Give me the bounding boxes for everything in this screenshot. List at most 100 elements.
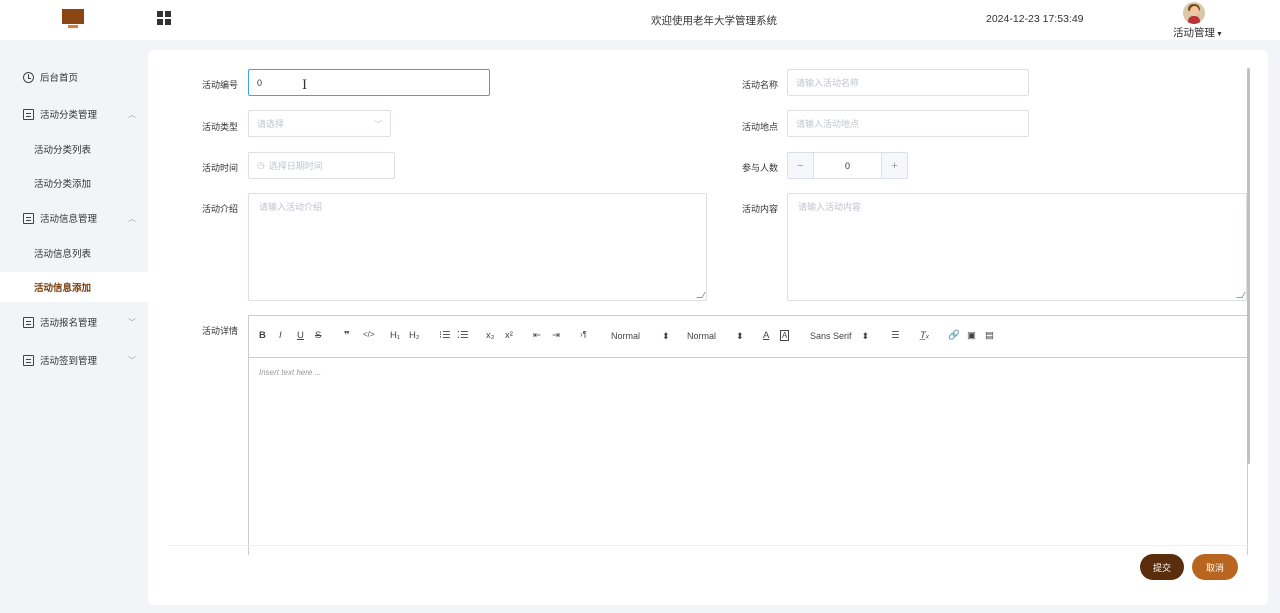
strike-icon[interactable]: S (315, 330, 321, 341)
type-select[interactable]: 请选择 ﹀ (248, 110, 391, 137)
count-label: 参与人数 (742, 163, 779, 173)
scrollbar[interactable] (1247, 68, 1250, 464)
count-value: 0 (844, 160, 850, 171)
sidebar-item-info-manage[interactable]: 活动信息管理 ︿ (0, 203, 148, 233)
name-label: 活动名称 (742, 80, 779, 90)
updown-icon: ⬍ (861, 331, 870, 341)
divider (168, 545, 1248, 546)
cancel-button[interactable]: 取消 (1192, 554, 1238, 580)
clock-icon: ◷ (257, 160, 265, 170)
chevron-down-icon: ﹀ (128, 317, 136, 327)
text-cursor-icon: I (302, 78, 308, 93)
updown-icon: ⬍ (736, 331, 744, 341)
video-icon[interactable]: ▤ (985, 330, 994, 341)
chevron-down-icon: ▼ (1216, 31, 1223, 38)
sidebar: 后台首页 活动分类管理 ︿ 活动分类列表 活动分类添加 活动信息管理 ︿ 活动信… (0, 40, 148, 613)
box-icon (23, 354, 34, 366)
intro-textarea[interactable]: 请输入活动介绍 (248, 193, 707, 301)
increase-button[interactable]: + (881, 153, 907, 178)
sidebar-item-home[interactable]: 后台首页 (0, 62, 148, 92)
sidebar-item-checkin-manage[interactable]: 活动签到管理 ﹀ (0, 345, 148, 375)
header-dropdown-label: Normal (611, 331, 641, 341)
link-icon[interactable]: 🔗 (948, 330, 960, 341)
clear-format-icon[interactable]: T̲ₓ (920, 330, 929, 341)
sidebar-item-label: 活动报名管理 (40, 318, 98, 329)
time-picker-placeholder: 选择日期时间 (268, 161, 323, 171)
intro-placeholder: 请输入活动介绍 (259, 202, 323, 212)
size-dropdown[interactable]: Normal ⬍ (687, 331, 744, 342)
type-label: 活动类型 (202, 122, 239, 132)
chevron-up-icon: ︿ (128, 109, 136, 119)
current-datetime: 2024-12-23 17:53:49 (986, 13, 1084, 25)
rich-text-editor[interactable]: B I U S ❞ </> H₁ H₂ ⁝☰ ⁚☰ x₂ x² ⇤ ⇥ ›¶ N… (248, 315, 1248, 555)
submit-button[interactable]: 提交 (1140, 554, 1184, 580)
chevron-up-icon: ︿ (128, 213, 136, 223)
text-direction-icon[interactable]: ›¶ (580, 330, 587, 339)
avatar[interactable] (1183, 2, 1205, 24)
place-input[interactable]: 请输入活动地点 (787, 110, 1029, 137)
underline-icon[interactable]: U (297, 330, 304, 341)
box-icon (23, 108, 34, 120)
chevron-down-icon: ﹀ (374, 120, 382, 129)
editor-placeholder: Insert text here ... (259, 368, 322, 377)
sidebar-item-info-list[interactable]: 活动信息列表 (0, 238, 148, 268)
ordered-list-icon[interactable]: ⁝☰ (439, 330, 451, 341)
font-dropdown-label: Sans Serif (810, 331, 852, 341)
count-stepper[interactable]: − 0 + (787, 152, 908, 179)
background-color-icon[interactable]: A (780, 330, 790, 341)
updown-icon: ⬍ (662, 331, 670, 341)
sidebar-item-label: 活动分类管理 (40, 110, 98, 121)
name-input[interactable]: 请输入活动名称 (787, 69, 1029, 96)
align-icon[interactable]: ☰ (891, 330, 900, 341)
menu-grid-icon[interactable] (157, 11, 171, 25)
header-dropdown[interactable]: Normal ⬍ (611, 331, 670, 342)
italic-icon[interactable]: I (279, 330, 282, 341)
code-input[interactable]: 0 (248, 69, 490, 96)
indent-icon[interactable]: ⇥ (552, 330, 560, 341)
editor-toolbar: B I U S ❞ </> H₁ H₂ ⁝☰ ⁚☰ x₂ x² ⇤ ⇥ ›¶ N… (249, 316, 1247, 358)
font-dropdown[interactable]: Sans Serif ⬍ (810, 331, 869, 342)
sidebar-item-label: 活动分类添加 (34, 179, 92, 190)
blockquote-icon[interactable]: ❞ (344, 330, 350, 341)
welcome-text: 欢迎使用老年大学管理系统 (651, 15, 777, 27)
resize-handle-icon[interactable] (696, 292, 706, 298)
sidebar-item-info-add[interactable]: 活动信息添加 (0, 272, 148, 302)
sidebar-item-signup-manage[interactable]: 活动报名管理 ﹀ (0, 307, 148, 337)
code-label: 活动编号 (202, 80, 239, 90)
user-menu-dropdown[interactable]: 活动管理▼ (1173, 25, 1223, 40)
image-icon[interactable]: ▣ (967, 330, 976, 341)
size-dropdown-label: Normal (687, 331, 717, 341)
sidebar-item-label: 后台首页 (40, 73, 79, 84)
bold-icon[interactable]: B (259, 330, 266, 341)
place-label: 活动地点 (742, 122, 779, 132)
bullet-list-icon[interactable]: ⁚☰ (457, 330, 469, 341)
text-color-icon[interactable]: A (763, 330, 769, 341)
sidebar-item-label: 活动信息列表 (34, 249, 92, 260)
code-block-icon[interactable]: </> (363, 330, 375, 339)
sidebar-item-category-list[interactable]: 活动分类列表 (0, 134, 148, 164)
sidebar-item-label: 活动分类列表 (34, 145, 92, 156)
subscript-icon[interactable]: x₂ (486, 330, 494, 341)
content-textarea[interactable]: 请输入活动内容 (787, 193, 1247, 301)
user-menu-label: 活动管理 (1173, 27, 1215, 39)
type-select-placeholder: 请选择 (257, 119, 285, 129)
intro-label: 活动介绍 (202, 204, 239, 214)
sidebar-item-label: 活动信息管理 (40, 214, 98, 225)
sidebar-item-category-add[interactable]: 活动分类添加 (0, 168, 148, 198)
superscript-icon[interactable]: x² (505, 330, 513, 341)
sidebar-item-label: 活动签到管理 (40, 356, 98, 367)
header1-icon[interactable]: H₁ (390, 330, 400, 341)
detail-label: 活动详情 (202, 326, 239, 336)
chevron-down-icon: ﹀ (128, 355, 136, 365)
box-icon (23, 316, 34, 328)
clock-icon (23, 71, 34, 83)
sidebar-item-category-manage[interactable]: 活动分类管理 ︿ (0, 99, 148, 129)
time-picker[interactable]: ◷ 选择日期时间 (248, 152, 395, 179)
sidebar-item-label: 活动信息添加 (34, 283, 92, 294)
decrease-button[interactable]: − (788, 153, 814, 178)
content-label: 活动内容 (742, 204, 779, 214)
resize-handle-icon[interactable] (1236, 292, 1246, 298)
header2-icon[interactable]: H₂ (409, 330, 420, 341)
logo-icon (62, 9, 84, 29)
outdent-icon[interactable]: ⇤ (533, 330, 541, 341)
